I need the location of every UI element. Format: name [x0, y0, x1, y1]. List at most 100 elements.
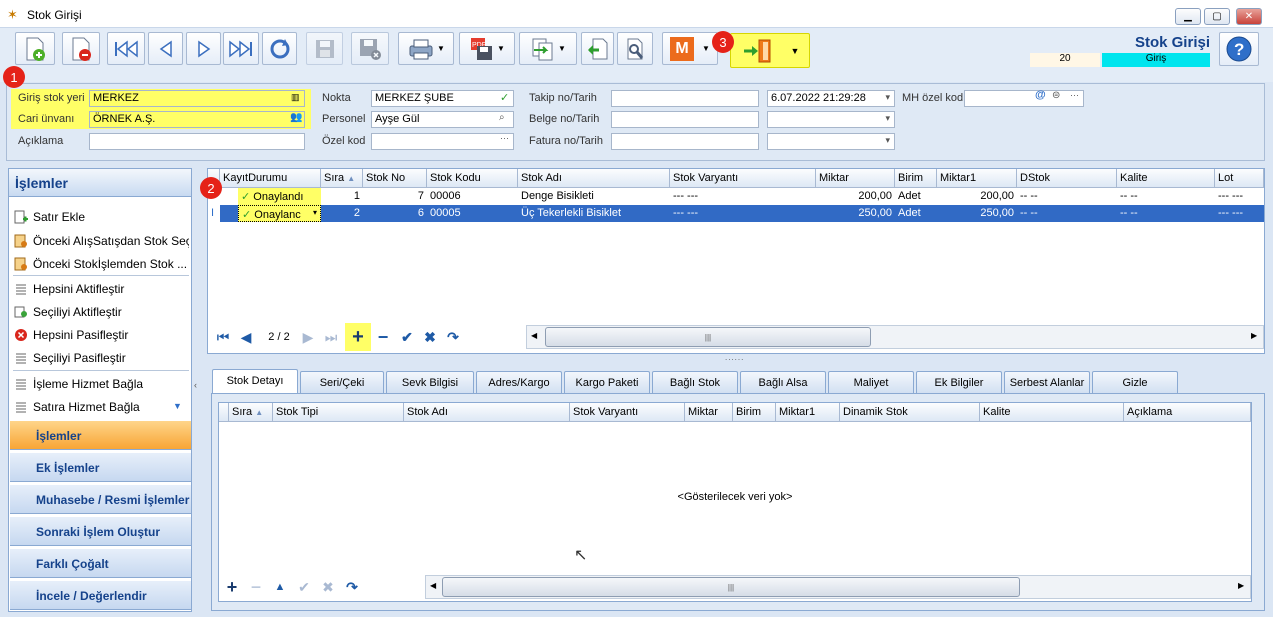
- mh-ellipsis-icon[interactable]: ···: [1070, 90, 1079, 100]
- satir-ekle-item[interactable]: Satır Ekle: [13, 207, 189, 227]
- help-icon[interactable]: ?: [1219, 32, 1259, 66]
- belge-tarih-field[interactable]: [767, 111, 895, 128]
- mh-ozel-kod-field[interactable]: [964, 90, 1084, 107]
- dropdown-icon[interactable]: ▾: [313, 208, 317, 217]
- col-miktar[interactable]: Miktar: [816, 169, 895, 188]
- col-kayit-durumu[interactable]: KayıtDurumu: [220, 169, 321, 188]
- tab-maliyet[interactable]: Maliyet: [828, 371, 914, 393]
- print-icon[interactable]: ▼: [398, 32, 454, 65]
- status-cell[interactable]: ✓ Onaylanc ▾: [238, 205, 321, 222]
- onceki-alis-satis-item[interactable]: Önceki AlışSatışdan Stok Seç: [13, 231, 189, 251]
- col-stok-varyanti[interactable]: Stok Varyantı: [570, 403, 685, 422]
- scroll-right-icon[interactable]: ▶: [1238, 581, 1244, 590]
- remove-detail-icon[interactable]: −: [245, 573, 267, 601]
- last-icon[interactable]: [223, 32, 259, 65]
- col-birim[interactable]: Birim: [895, 169, 937, 188]
- ellipsis-icon[interactable]: ···: [500, 133, 509, 143]
- aciklama-field[interactable]: [89, 133, 305, 150]
- save-disabled-icon[interactable]: [306, 32, 343, 65]
- col-stok-no[interactable]: Stok No: [363, 169, 427, 188]
- cari-unvani-field[interactable]: ÖRNEK A.Ş.: [89, 111, 305, 128]
- status-cell[interactable]: ✓ Onaylandı: [238, 188, 321, 205]
- personel-field[interactable]: Ayşe Gül: [371, 111, 514, 128]
- tab-stok-detayi[interactable]: Stok Detayı: [212, 369, 298, 394]
- table-row[interactable]: I ✓ Onaylanc ▾ 2 6 00005 Üç Tekerlekli Bi…: [208, 205, 1264, 222]
- scroll-left-icon[interactable]: ◀: [531, 331, 537, 340]
- horizontal-scrollbar[interactable]: ◀ ||| ▶: [526, 325, 1264, 349]
- redo-detail-icon[interactable]: ↷: [341, 573, 363, 601]
- tab-sevk-bilgisi[interactable]: Sevk Bilgisi: [386, 371, 474, 393]
- muhasebe-resmi-islemler-button[interactable]: Muhasebe / Resmi İşlemler: [10, 484, 191, 514]
- collapse-panel-icon[interactable]: ‹: [194, 380, 197, 390]
- tab-gizle[interactable]: Gizle: [1092, 371, 1178, 393]
- tab-adres-kargo[interactable]: Adres/Kargo: [476, 371, 562, 393]
- col-dinamik-stok[interactable]: Dinamik Stok: [840, 403, 980, 422]
- tab-ek-bilgiler[interactable]: Ek Bilgiler: [916, 371, 1002, 393]
- col-miktar[interactable]: Miktar: [685, 403, 733, 422]
- cancel-detail-icon[interactable]: ✖: [317, 573, 339, 601]
- scroll-thumb[interactable]: |||: [545, 327, 871, 347]
- last-record-icon[interactable]: ⏭: [320, 323, 342, 351]
- at-icon[interactable]: @: [1035, 89, 1046, 101]
- first-record-icon[interactable]: ⏮: [212, 323, 234, 351]
- satira-hizmet-bagla-item[interactable]: Satıra Hizmet Bağla: [13, 397, 189, 417]
- col-lot[interactable]: Lot: [1215, 169, 1264, 188]
- save-delete-icon[interactable]: [351, 32, 389, 65]
- tab-bagli-alsa[interactable]: Bağlı Alsa: [740, 371, 826, 393]
- fatura-tarih-field[interactable]: [767, 133, 895, 150]
- isleme-hizmet-bagla-item[interactable]: İşleme Hizmet Bağla: [13, 374, 189, 394]
- islemler-button[interactable]: İşlemler: [10, 420, 191, 450]
- ozel-kod-field[interactable]: [371, 133, 514, 150]
- chevron-down-icon[interactable]: ▼: [173, 401, 182, 411]
- delete-doc-icon[interactable]: [62, 32, 100, 65]
- incele-degerlendir-button[interactable]: İncele / Değerlendir: [10, 580, 191, 610]
- table-row[interactable]: ✓ Onaylandı 1 7 00006 Denge Bisikleti --…: [208, 188, 1264, 205]
- farkli-cogalt-button[interactable]: Farklı Çoğalt: [10, 548, 191, 578]
- giris-stok-yeri-field[interactable]: MERKEZ: [89, 90, 305, 107]
- redo-icon[interactable]: ↷: [442, 323, 464, 351]
- import-icon[interactable]: [581, 32, 614, 65]
- move-up-icon[interactable]: ▲: [269, 573, 291, 601]
- fatura-no-field[interactable]: [611, 133, 759, 150]
- col-birim[interactable]: Birim: [733, 403, 776, 422]
- col-stok-adi[interactable]: Stok Adı: [518, 169, 670, 188]
- scroll-right-icon[interactable]: ▶: [1251, 331, 1257, 340]
- belge-no-field[interactable]: [611, 111, 759, 128]
- pdf-save-icon[interactable]: PDF ▼: [459, 32, 515, 65]
- col-sira[interactable]: Sıra ▲: [321, 169, 363, 188]
- ek-islemler-button[interactable]: Ek İşlemler: [10, 452, 191, 482]
- onceki-stok-islem-item[interactable]: Önceki Stokİşlemden Stok ...: [13, 254, 189, 274]
- col-stok-varyanti[interactable]: Stok Varyantı: [670, 169, 816, 188]
- barcode-icon[interactable]: ▥: [291, 92, 300, 103]
- col-aciklama[interactable]: Açıklama: [1124, 403, 1251, 422]
- col-kalite[interactable]: Kalite: [980, 403, 1124, 422]
- tab-seri-ceki[interactable]: Seri/Çeki: [300, 371, 384, 393]
- m-icon[interactable]: M ▼: [662, 32, 718, 65]
- maximize-button[interactable]: ▢: [1204, 8, 1230, 25]
- person-search-icon[interactable]: ⌕: [499, 112, 505, 123]
- remove-record-icon[interactable]: −: [372, 323, 394, 351]
- col-dstok[interactable]: DStok: [1017, 169, 1117, 188]
- takip-no-field[interactable]: [611, 90, 759, 107]
- minimize-button[interactable]: ▁: [1175, 8, 1201, 25]
- transfer-icon[interactable]: ▼: [519, 32, 577, 65]
- col-miktar1[interactable]: Miktar1: [937, 169, 1017, 188]
- nokta-field[interactable]: MERKEZ ŞUBE: [371, 90, 514, 107]
- detail-horizontal-scrollbar[interactable]: ◀ ||| ▶: [425, 575, 1251, 599]
- refresh-icon[interactable]: [262, 32, 297, 65]
- confirm-icon[interactable]: ✔: [396, 323, 418, 351]
- col-stok-tipi[interactable]: Stok Tipi: [273, 403, 404, 422]
- scroll-thumb[interactable]: |||: [442, 577, 1020, 597]
- confirm-detail-icon[interactable]: ✔: [293, 573, 315, 601]
- splitter-handle[interactable]: ......: [725, 353, 744, 362]
- hepsini-pasiflestir-item[interactable]: Hepsini Pasifleştir: [13, 325, 189, 345]
- tools-icon[interactable]: [617, 32, 653, 65]
- add-record-icon[interactable]: +: [345, 323, 371, 351]
- next-record-icon[interactable]: ▶: [298, 323, 318, 351]
- next-icon[interactable]: [186, 32, 221, 65]
- hepsini-aktiflestir-item[interactable]: Hepsini Aktifleştir: [13, 279, 189, 299]
- tab-bagli-stok[interactable]: Bağlı Stok: [652, 371, 738, 393]
- scroll-left-icon[interactable]: ◀: [430, 581, 436, 590]
- tab-serbest-alanlar[interactable]: Serbest Alanlar: [1004, 371, 1090, 393]
- col-stok-adi[interactable]: Stok Adı: [404, 403, 570, 422]
